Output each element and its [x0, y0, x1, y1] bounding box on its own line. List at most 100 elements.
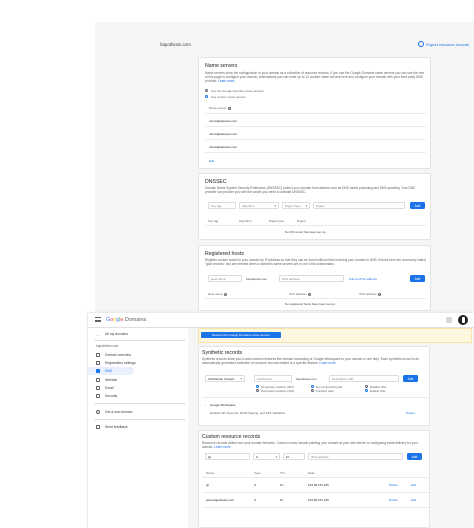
restore-name-servers-button[interactable]: Restore the Google Domains name servers [201, 332, 281, 338]
record-delete-button[interactable]: Delete [389, 498, 398, 502]
dnssec-description: Domain Name System Security Extensions (… [205, 186, 416, 195]
radio-enable-ssl[interactable] [365, 389, 369, 393]
permanent-redirect-label: Permanent redirect (301) [261, 389, 295, 393]
arrow-back-icon: ← [96, 331, 100, 337]
algorithm-select[interactable]: Algorithm ▾ [239, 202, 279, 209]
email-icon [96, 386, 100, 390]
record-ttl-input[interactable]: 1h [283, 453, 305, 460]
record-edit-button[interactable]: Edit [411, 498, 416, 502]
host-domain-suffix: hapothesis.com [244, 275, 277, 282]
record-row-type: A [254, 498, 257, 502]
help-icon[interactable] [378, 292, 382, 296]
home-icon [96, 353, 100, 357]
synthetic-domain-suffix: .hapothesis.com [293, 375, 326, 382]
dnssec-title: DNSSEC [205, 179, 227, 185]
name-server-row: ns3.digitalocean.com [209, 145, 238, 149]
dnssec-header-key: Key tag [208, 219, 219, 223]
record-row-data: 164.90.151.105 [308, 498, 329, 502]
back-all-domains-link[interactable]: ← All my domains [88, 330, 188, 338]
hosts-header-ipv6: IPv6 address [359, 292, 382, 296]
radio-permanent-redirect[interactable] [256, 389, 260, 393]
record-delete-button[interactable]: Delete [389, 483, 398, 487]
radio-forward-path[interactable] [311, 389, 315, 393]
export-resource-records-link[interactable]: Export resource records [418, 41, 469, 47]
edit-name-servers-button[interactable]: Edit [209, 159, 214, 163]
registered-hosts-card: Registered hosts Register custom hosts f… [198, 245, 431, 311]
help-icon[interactable] [224, 292, 228, 296]
workspace-delete-button[interactable]: Delete [406, 411, 415, 415]
learn-more-link[interactable]: Learn more [214, 445, 230, 449]
destination-url-input[interactable]: Destination URL [329, 375, 399, 382]
key-tag-input[interactable]: Key tag [208, 202, 236, 209]
help-icon[interactable] [227, 106, 231, 110]
learn-more-link[interactable]: Learn more [218, 79, 234, 83]
ipv4-address-input[interactable]: IPv4 address [279, 275, 344, 282]
record-row-name: www.hapothesis.com [206, 498, 235, 502]
digest-type-select[interactable]: Digest Type ▾ [282, 202, 310, 209]
record-data-input[interactable]: IPv4 address [308, 453, 403, 460]
sidebar: ← All my domains hapothesis.com Domain o… [88, 328, 188, 528]
name-servers-card: Name servers Name servers store the conf… [198, 57, 431, 169]
synthetic-type-select[interactable]: Subdomain forward ▾ [205, 375, 245, 382]
record-edit-button[interactable]: Edit [411, 483, 416, 487]
sidebar-item-dns[interactable]: DNS [88, 367, 134, 375]
sidebar-item-registration-settings[interactable]: Registration settings [88, 359, 188, 367]
sidebar-item-website[interactable]: Website [88, 376, 188, 384]
get-new-domain-link[interactable]: Get a new domain [88, 408, 188, 416]
sidebar-item-email[interactable]: Email [88, 384, 188, 392]
shield-icon [96, 394, 100, 398]
add-icon [96, 410, 100, 414]
radio-temporary-redirect[interactable] [256, 385, 260, 389]
registered-hosts-description: Register custom hosts for your domain by… [205, 258, 426, 267]
chevron-down-icon: ▾ [275, 454, 277, 459]
dnssec-header-digest-type: Digest type [269, 219, 285, 223]
synthetic-add-button[interactable]: Add [403, 375, 418, 382]
hosts-header-ipv4: IPv4 address [289, 292, 312, 296]
workspace-toggle-icon[interactable]: › [205, 403, 206, 407]
custom-add-button[interactable]: Add [407, 453, 422, 460]
subdomain-input[interactable]: Subdomain [254, 375, 292, 382]
host-name-input[interactable]: Host name [208, 275, 242, 282]
hosts-empty-message: No registered hosts have been set up. [285, 302, 336, 306]
menu-icon[interactable] [95, 317, 101, 322]
help-icon[interactable] [308, 292, 312, 296]
header-type: Type [254, 471, 261, 475]
google-workspace-description: Enables MX Records, DKIM Signing, and SP… [210, 411, 286, 415]
synthetic-records-card: Synthetic records Synthetic records allo… [198, 346, 430, 426]
feedback-icon [96, 425, 100, 429]
web-icon [96, 378, 100, 382]
sidebar-item-security[interactable]: Security [88, 392, 188, 400]
digest-input[interactable]: Digest [313, 202, 405, 209]
record-name-input[interactable]: @ [205, 453, 250, 460]
apps-grid-icon[interactable] [446, 317, 452, 323]
dnssec-card: DNSSEC Domain Name System Security Exten… [198, 173, 431, 240]
hosts-add-button[interactable]: Add [410, 275, 425, 282]
dns-icon [96, 369, 100, 373]
avatar[interactable] [458, 315, 468, 325]
header-data: Data [308, 471, 315, 475]
record-row-name: @ [206, 483, 210, 487]
sidebar-item-domain-overview[interactable]: Domain overview [88, 351, 188, 359]
name-server-warning-banner: Restore the Google Domains name servers [198, 328, 472, 343]
radio-disable-ssl[interactable] [365, 385, 369, 389]
add-ipv6-link[interactable]: Add an IPv6 address [349, 277, 377, 281]
custom-records-description: Resource records define how your domain … [202, 441, 418, 450]
google-domains-app: Google Domains ← All my domains hapothes… [88, 313, 474, 528]
send-feedback-link[interactable]: Send feedback [88, 423, 188, 431]
radio-do-not-forward-path[interactable] [311, 385, 315, 389]
chevron-down-icon: ▾ [240, 376, 242, 381]
learn-more-link[interactable]: Learn more [319, 361, 335, 365]
name-server-row: ns2.digitalocean.com [209, 132, 238, 136]
option-custom-label: Use custom name servers [211, 95, 246, 99]
google-domains-logo[interactable]: Google Domains [106, 317, 146, 323]
dnssec-add-button[interactable]: Add [410, 202, 425, 209]
domain-title: hapothesis.com [160, 42, 191, 47]
record-type-select[interactable]: A ▾ [253, 453, 280, 460]
dnssec-empty-message: No DS record has been set up. [285, 230, 327, 234]
chevron-down-icon: ▾ [305, 203, 307, 208]
radio-google-name-servers[interactable] [205, 89, 209, 93]
radio-custom-name-servers[interactable] [205, 95, 209, 99]
header-name: Name [206, 471, 215, 475]
name-server-row: ns1.digitalocean.com [209, 119, 238, 123]
record-row-ttl: 1h [280, 483, 284, 487]
